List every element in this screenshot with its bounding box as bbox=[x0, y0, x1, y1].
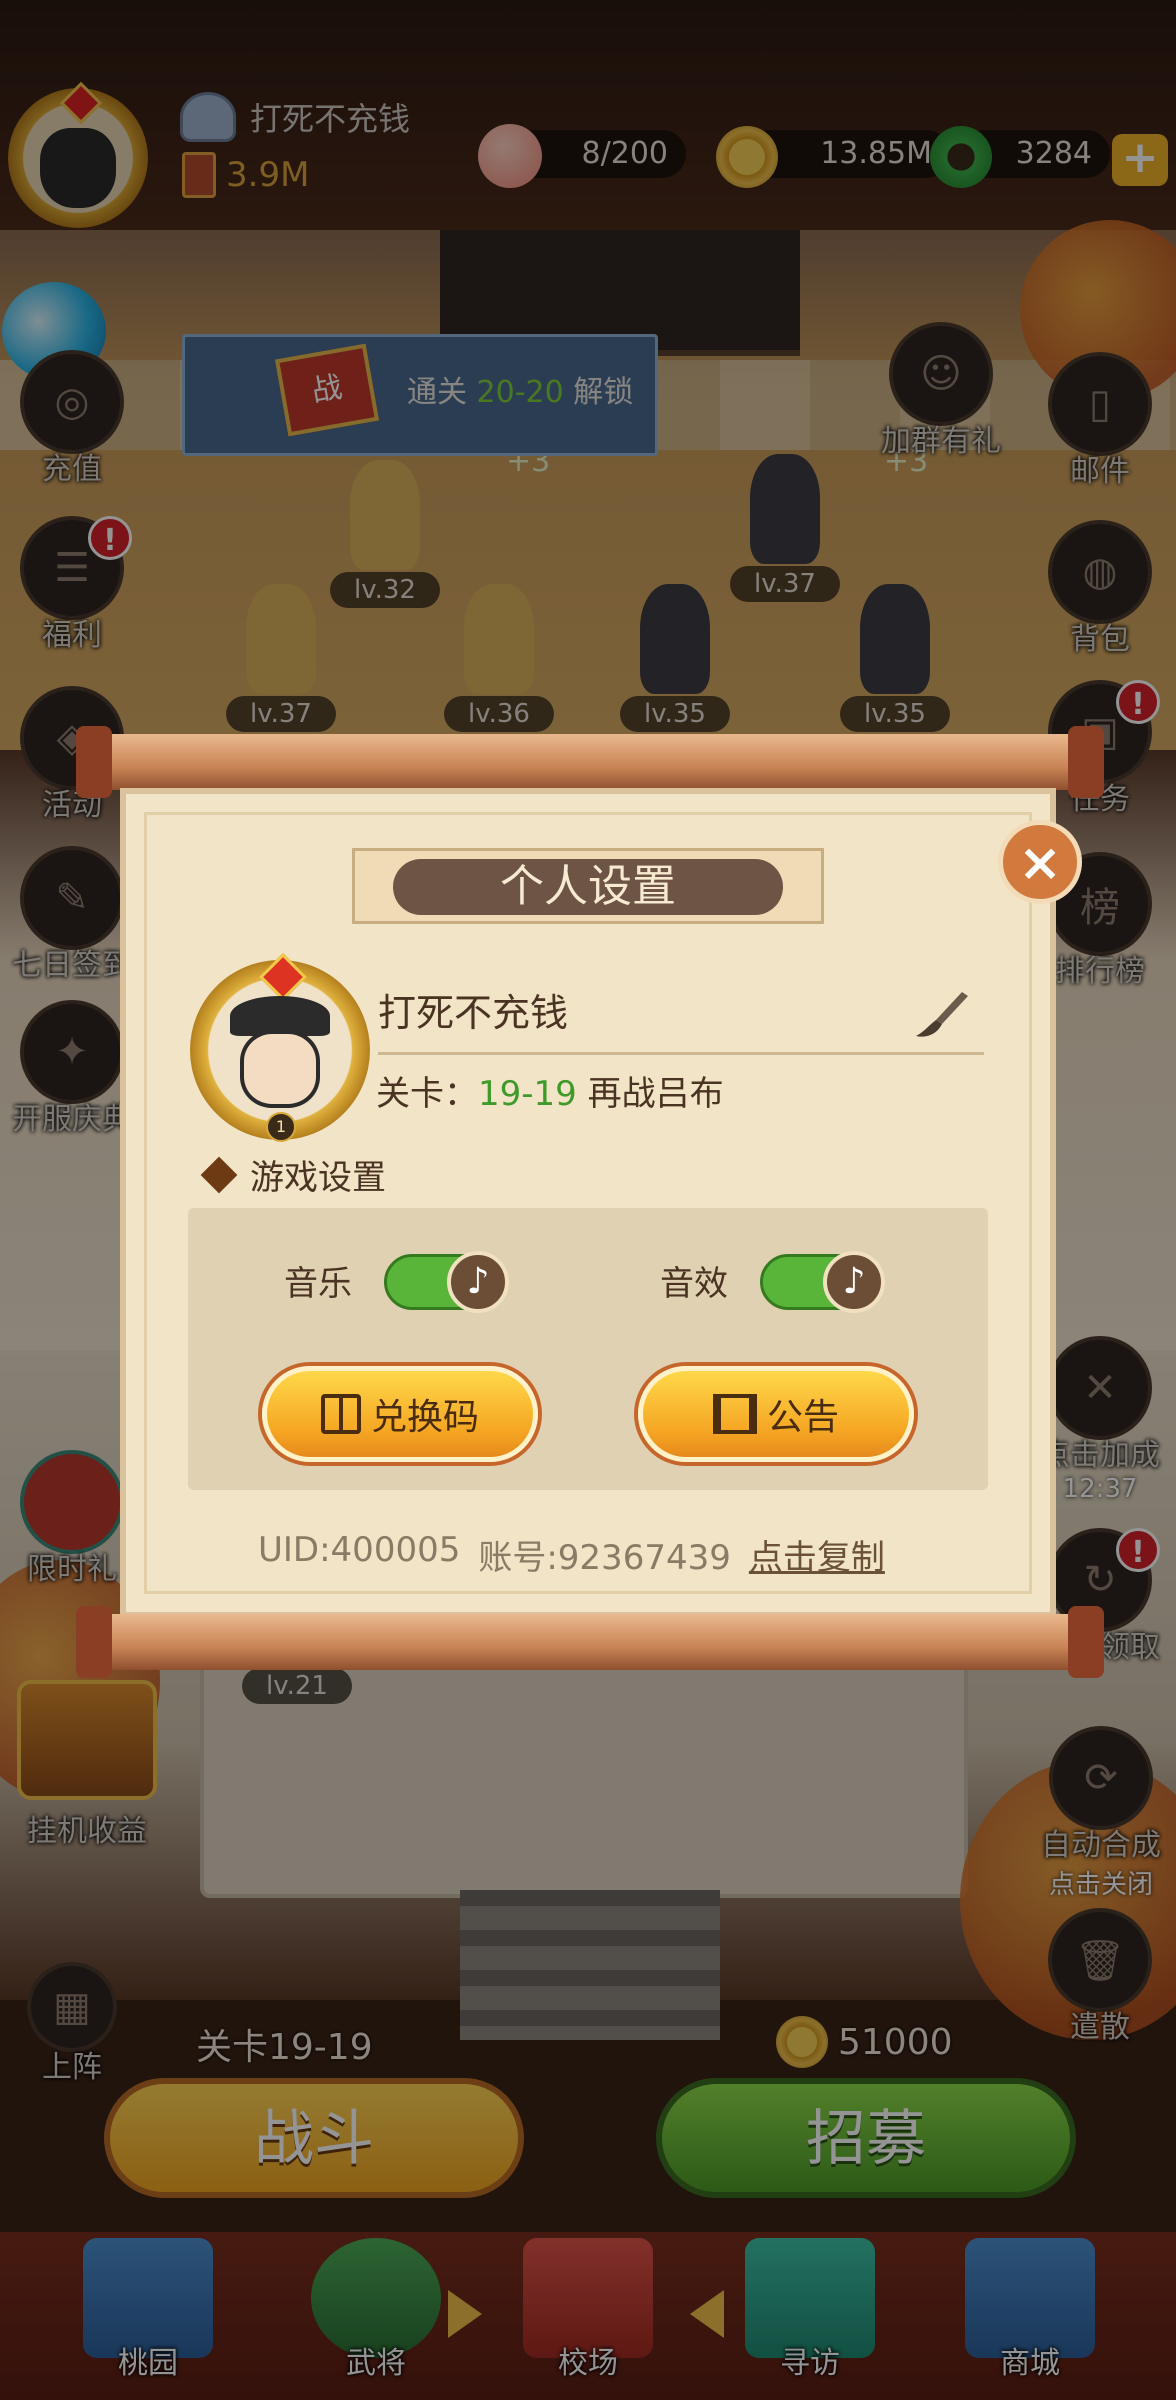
scroll-icon bbox=[712, 1394, 757, 1434]
account-text: 账号:92367439 bbox=[478, 1538, 731, 1578]
music-toggle[interactable]: ♪ bbox=[384, 1251, 509, 1313]
hero-portrait bbox=[240, 1030, 320, 1108]
gift-icon bbox=[320, 1394, 361, 1434]
dialog-title: 个人设置 bbox=[393, 859, 783, 915]
dialog-title-plate: 个人设置 bbox=[352, 848, 824, 924]
scroll-rod-bottom bbox=[76, 1606, 1104, 1678]
rename-brush-icon[interactable] bbox=[914, 988, 972, 1042]
profile-avatar[interactable]: 1 bbox=[190, 952, 370, 1142]
close-button[interactable]: × bbox=[998, 820, 1082, 904]
game-settings-heading: 游戏设置 bbox=[200, 1150, 386, 1199]
copy-link[interactable]: 点击复制 bbox=[749, 1530, 885, 1579]
sfx-toggle[interactable]: ♪ bbox=[760, 1251, 885, 1313]
music-note-icon: ♪ bbox=[823, 1251, 885, 1313]
music-label: 音乐 bbox=[284, 1264, 352, 1304]
sfx-label: 音效 bbox=[660, 1264, 728, 1304]
name-underline bbox=[378, 1052, 984, 1055]
uid-text: UID:400005 bbox=[258, 1530, 461, 1570]
diamond-bullet-icon bbox=[200, 1156, 238, 1193]
music-note-icon: ♪ bbox=[447, 1251, 509, 1313]
profile-stage: 关卡：19-19 再战吕布 bbox=[376, 1074, 724, 1114]
account-info: UID:400005 账号:92367439 点击复制 bbox=[258, 1530, 885, 1579]
scroll-rod-top bbox=[76, 726, 1104, 798]
redeem-code-button[interactable]: 兑换码 bbox=[262, 1366, 538, 1462]
avatar-level-badge: 1 bbox=[266, 1112, 296, 1142]
profile-name: 打死不充钱 bbox=[378, 991, 569, 1035]
announcement-button[interactable]: 公告 bbox=[638, 1366, 914, 1462]
